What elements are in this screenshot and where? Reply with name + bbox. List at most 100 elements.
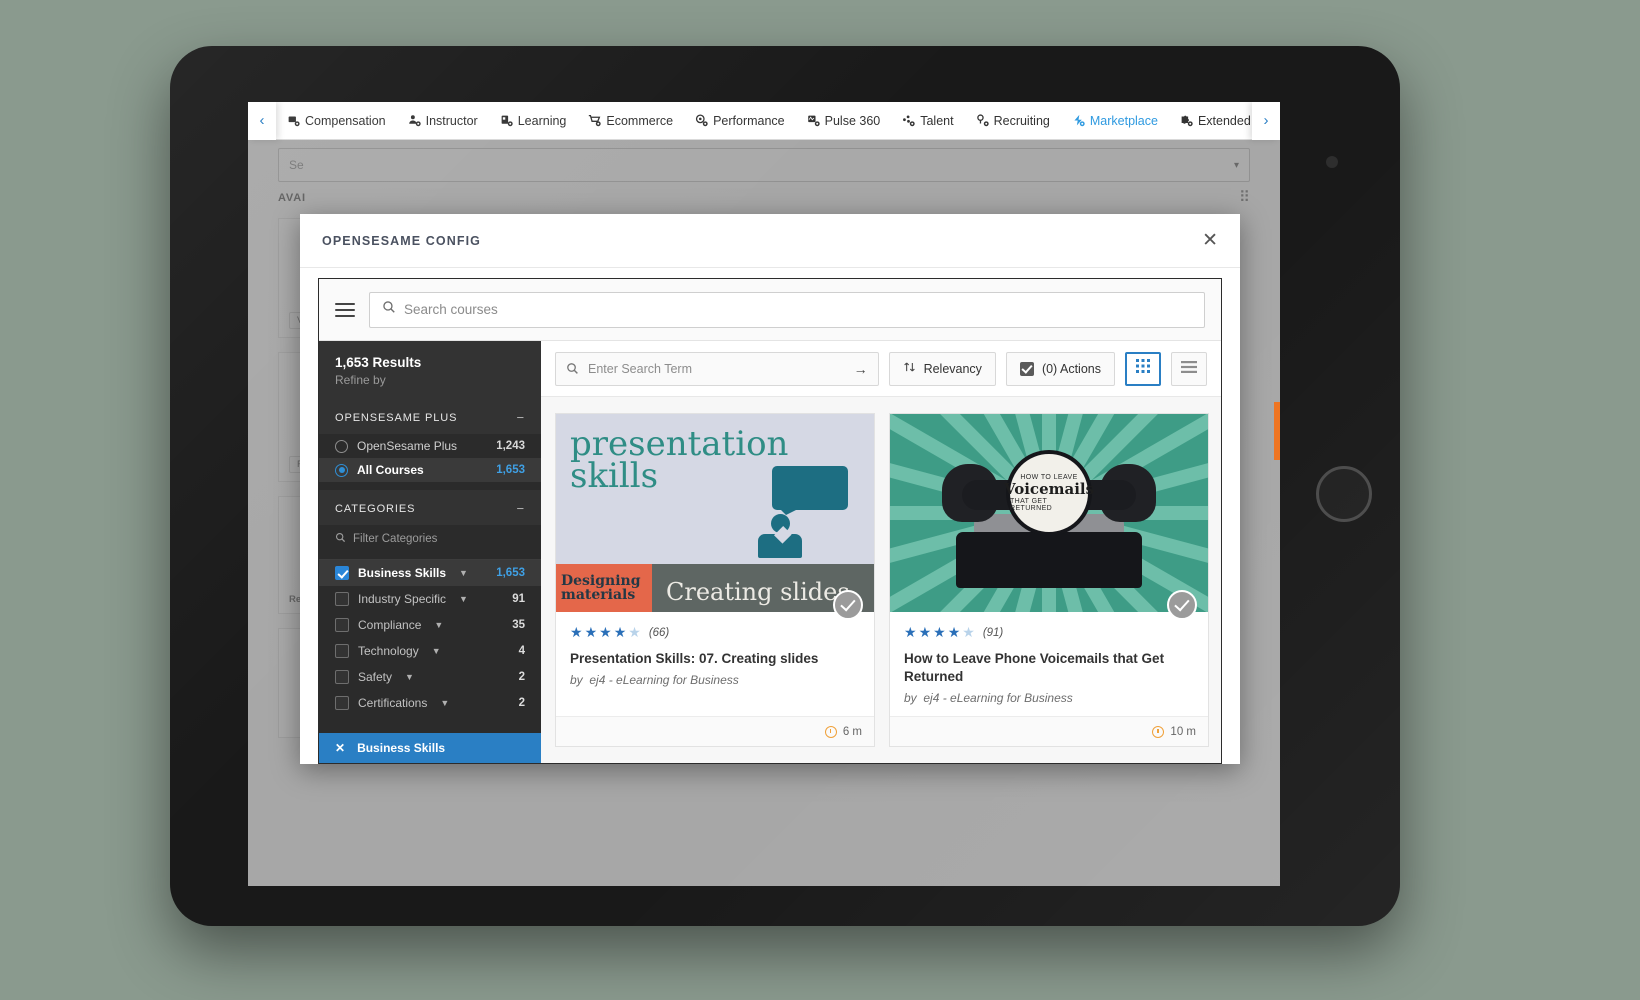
radio-label: All Courses [357, 463, 424, 477]
opensesame-main: 1,653 Results Refine by OPENSESAME PLUS … [319, 341, 1221, 763]
chevron-down-icon[interactable]: ▼ [440, 698, 449, 708]
section-header-categories[interactable]: CATEGORIES − [319, 490, 541, 525]
course-card[interactable]: HOW TO LEAVE Voicemails THAT GET RETURNE… [889, 413, 1209, 747]
chevron-down-icon[interactable]: ▼ [459, 594, 468, 604]
list-view-icon [1181, 360, 1197, 378]
nav-item-instructor[interactable]: Instructor [397, 102, 489, 140]
nav-label: Pulse 360 [824, 113, 881, 128]
sort-icon [903, 360, 916, 377]
section-header-opensesame-plus[interactable]: OPENSESAME PLUS − [319, 399, 541, 434]
radio-opensesame-plus[interactable]: OpenSesame Plus 1,243 [319, 434, 541, 458]
collapse-icon[interactable]: − [517, 410, 526, 425]
phone-body-shape [956, 532, 1142, 588]
checkbox-icon[interactable] [335, 670, 349, 684]
course-title[interactable]: Presentation Skills: 07. Creating slides [570, 650, 860, 668]
checkbox-icon[interactable] [335, 644, 349, 658]
front-camera [1326, 156, 1338, 168]
chevron-down-icon[interactable]: ▼ [434, 620, 443, 630]
nav-item-talent[interactable]: Talent [891, 102, 964, 140]
nav-label: Performance [713, 113, 785, 128]
results-toolbar: Enter Search Term → Relevancy (0) Action… [541, 341, 1221, 397]
help-tab-button[interactable]: Help [1274, 402, 1280, 460]
nav-scroll-left-button[interactable]: ‹ [248, 102, 276, 140]
list-view-button[interactable] [1171, 351, 1207, 386]
hamburger-icon[interactable] [335, 302, 355, 317]
course-selected-badge[interactable] [833, 590, 863, 620]
category-count: 2 [518, 671, 525, 683]
collapse-icon[interactable]: − [517, 501, 526, 516]
opensesame-config-modal: OPENSESAME CONFIG ✕ Search courses 1,653… [300, 214, 1240, 764]
close-icon[interactable]: ✕ [1202, 231, 1218, 250]
course-selected-badge[interactable] [1167, 590, 1197, 620]
submit-search-button[interactable]: → [844, 353, 878, 385]
grid-view-button[interactable] [1125, 351, 1161, 386]
course-rating: ★ ★ ★ ★ ★ (66) [570, 624, 860, 641]
checkbox-icon-checked[interactable] [335, 566, 349, 580]
category-industry-specific[interactable]: Industry Specific ▼ 91 [319, 586, 541, 612]
category-technology[interactable]: Technology ▼ 4 [319, 638, 541, 664]
grid-view-icon [1136, 359, 1150, 378]
category-label: Business Skills [358, 566, 447, 580]
course-card-footer: 6 m [556, 716, 874, 746]
chevron-down-icon[interactable]: ▼ [432, 646, 441, 656]
radio-icon [335, 439, 348, 453]
voicemails-seal: HOW TO LEAVE Voicemails THAT GET RETURNE… [1004, 450, 1094, 536]
puzzle-icon [1180, 114, 1193, 127]
home-button[interactable] [1316, 466, 1372, 522]
category-label: Industry Specific [358, 592, 447, 606]
radio-all-courses[interactable]: All Courses 1,653 [319, 458, 541, 482]
course-title[interactable]: How to Leave Phone Voicemails that Get R… [904, 650, 1194, 686]
category-label: Compliance [358, 618, 422, 632]
category-compliance[interactable]: Compliance ▼ 35 [319, 612, 541, 638]
nav-item-marketplace[interactable]: Marketplace [1061, 102, 1169, 140]
nav-item-recruiting[interactable]: Recruiting [965, 102, 1061, 140]
category-count: 4 [518, 645, 525, 657]
chevron-down-icon[interactable]: ▼ [459, 568, 468, 578]
tablet-screen: ‹ Compensation Instructor Learning Ecomm… [248, 102, 1280, 886]
thumb-heading: presentation skills [570, 427, 788, 493]
category-count: 1,653 [496, 567, 525, 579]
nav-item-ecommerce[interactable]: Ecommerce [577, 102, 684, 140]
filter-categories-input[interactable]: Filter Categories [335, 527, 525, 551]
category-label: Certifications [358, 696, 428, 710]
category-business-skills[interactable]: Business Skills ▼ 1,653 [319, 560, 541, 586]
course-thumbnail: presentation skills Designing materials … [556, 414, 874, 612]
chevron-down-icon[interactable]: ▼ [405, 672, 414, 682]
thumb-badge: Designing materials [556, 564, 652, 612]
nav-item-pulse-360[interactable]: Pulse 360 [796, 102, 892, 140]
recruiting-icon [976, 114, 989, 127]
nav-item-compensation[interactable]: Compensation [276, 102, 397, 140]
refine-by-label: Refine by [335, 373, 386, 387]
sort-relevancy-button[interactable]: Relevancy [888, 351, 996, 386]
actions-button[interactable]: (0) Actions [1005, 351, 1115, 386]
search-term-input[interactable]: Enter Search Term → [555, 351, 879, 386]
section-title: OPENSESAME PLUS [335, 411, 458, 424]
remove-filter-icon[interactable]: ✕ [335, 741, 345, 755]
active-filter-chip-business-skills[interactable]: ✕ Business Skills [319, 733, 541, 763]
course-card[interactable]: presentation skills Designing materials … [555, 413, 875, 747]
category-count: 2 [518, 697, 525, 709]
checkbox-icon[interactable] [335, 592, 349, 606]
actions-label: (0) Actions [1041, 361, 1101, 376]
select-all-checkbox[interactable] [1019, 361, 1034, 376]
results-summary: 1,653 Results Refine by [319, 341, 541, 399]
course-rating: ★ ★ ★ ★ ★ (91) [904, 624, 1194, 641]
checkbox-icon[interactable] [335, 696, 349, 710]
by-prefix: by [904, 691, 917, 706]
nav-item-extended-integra[interactable]: Extended Integra [1169, 102, 1252, 140]
nav-item-learning[interactable]: Learning [489, 102, 578, 140]
checkbox-icon[interactable] [335, 618, 349, 632]
seal-line3: THAT GET RETURNED [1010, 498, 1053, 512]
category-certifications[interactable]: Certifications ▼ 2 [319, 690, 541, 716]
star-icon-empty: ★ [628, 624, 641, 640]
nav-item-performance[interactable]: Performance [684, 102, 796, 140]
talent-icon [902, 114, 915, 127]
search-courses-input[interactable]: Search courses [369, 291, 1205, 328]
nav-scroll-right-button[interactable]: › [1252, 102, 1280, 140]
app-screen: ‹ Compensation Instructor Learning Ecomm… [248, 102, 1280, 886]
star-icon: ★ [584, 624, 598, 640]
search-icon [382, 300, 396, 319]
category-safety[interactable]: Safety ▼ 2 [319, 664, 541, 690]
course-card-grid: presentation skills Designing materials … [541, 397, 1221, 763]
rating-count: (66) [648, 626, 670, 639]
